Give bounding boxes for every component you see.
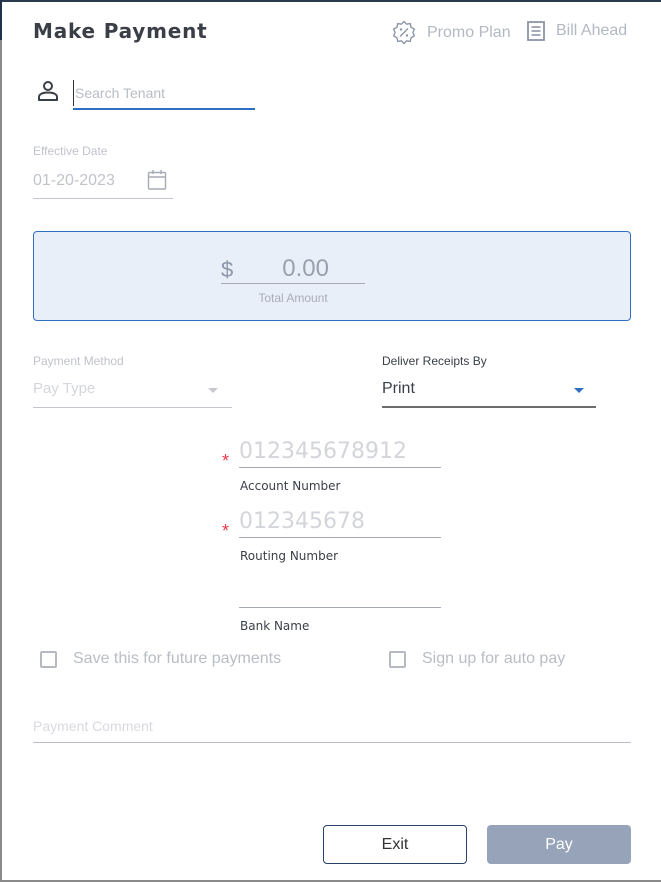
effective-date-field[interactable]: 01-20-2023 bbox=[33, 166, 173, 199]
promo-plan-label: Promo Plan bbox=[427, 24, 511, 41]
window-frame-top bbox=[0, 0, 661, 2]
routing-number-input[interactable] bbox=[239, 506, 441, 536]
effective-date-label: Effective Date bbox=[33, 144, 108, 158]
chevron-down-icon bbox=[208, 388, 218, 393]
receipt-list-icon bbox=[526, 20, 546, 42]
bill-ahead-button[interactable]: Bill Ahead bbox=[526, 20, 627, 42]
payment-method-select[interactable]: Pay Type bbox=[33, 368, 232, 408]
total-amount-label: Total Amount bbox=[258, 291, 328, 305]
routing-number-label: Routing Number bbox=[240, 549, 339, 563]
payment-method-label: Payment Method bbox=[33, 354, 124, 368]
auto-pay-label: Sign up for auto pay bbox=[422, 650, 566, 667]
deliver-receipts-value: Print bbox=[382, 380, 415, 397]
account-number-input[interactable] bbox=[239, 436, 441, 466]
tenant-search-field bbox=[73, 80, 255, 110]
deliver-receipts-select[interactable]: Print bbox=[382, 368, 596, 408]
deliver-receipts-label: Deliver Receipts By bbox=[382, 354, 487, 368]
calendar-icon[interactable] bbox=[147, 169, 167, 196]
total-amount-panel: $ 0.00 Total Amount bbox=[33, 231, 631, 321]
currency-symbol: $ bbox=[221, 257, 234, 282]
save-future-label: Save this for future payments bbox=[73, 650, 282, 667]
person-icon bbox=[36, 79, 60, 108]
required-asterisk: * bbox=[222, 521, 230, 541]
effective-date-value: 01-20-2023 bbox=[33, 172, 115, 189]
percent-badge-icon bbox=[391, 20, 417, 46]
window-frame-left-accent bbox=[0, 0, 2, 40]
save-future-checkbox[interactable] bbox=[40, 650, 57, 668]
total-amount-value: 0.00 bbox=[282, 255, 329, 282]
auto-pay-checkbox[interactable] bbox=[389, 650, 406, 668]
window-frame-left bbox=[0, 40, 2, 882]
account-number-field bbox=[239, 436, 441, 468]
total-amount-field[interactable]: $ 0.00 bbox=[221, 252, 365, 284]
account-number-label: Account Number bbox=[240, 479, 341, 493]
auto-pay-option[interactable]: Sign up for auto pay bbox=[389, 650, 565, 668]
bank-name-label: Bank Name bbox=[240, 619, 310, 633]
bank-name-field bbox=[239, 576, 441, 608]
payment-comment-field bbox=[33, 712, 631, 743]
payment-method-value: Pay Type bbox=[33, 380, 96, 397]
chevron-down-icon bbox=[574, 388, 584, 393]
pay-button[interactable]: Pay bbox=[487, 825, 631, 864]
bill-ahead-label: Bill Ahead bbox=[556, 22, 628, 39]
exit-button[interactable]: Exit bbox=[323, 825, 467, 864]
required-asterisk: * bbox=[222, 451, 230, 471]
tenant-search-input[interactable] bbox=[73, 80, 255, 106]
promo-plan-button[interactable]: Promo Plan bbox=[391, 20, 511, 46]
save-future-option[interactable]: Save this for future payments bbox=[40, 650, 281, 668]
payment-comment-input[interactable] bbox=[33, 712, 631, 740]
dialog-title: Make Payment bbox=[33, 19, 208, 43]
routing-number-field bbox=[239, 506, 441, 538]
bank-name-input[interactable] bbox=[239, 576, 441, 606]
